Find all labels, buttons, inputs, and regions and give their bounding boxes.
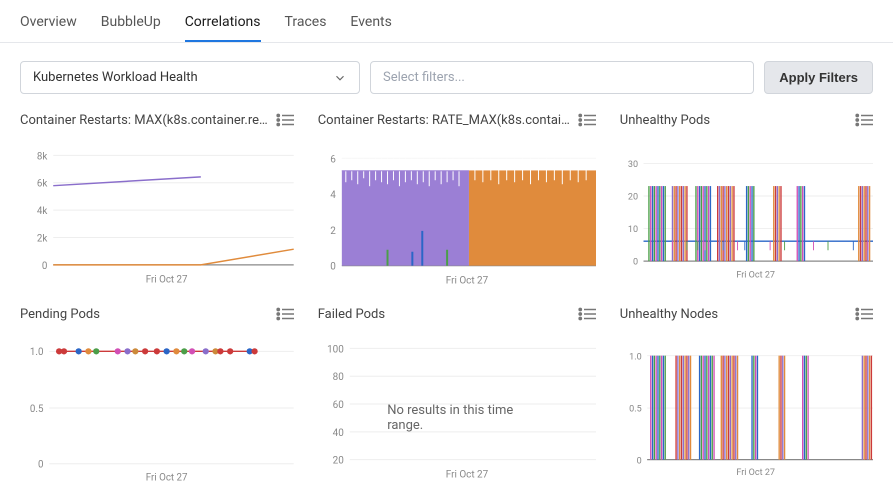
svg-text:Fri Oct 27: Fri Oct 27 <box>146 472 188 483</box>
svg-text:4k: 4k <box>37 206 47 217</box>
nav-tabs: Overview BubbleUp Correlations Traces Ev… <box>0 0 893 43</box>
panel-menu-icon[interactable] <box>578 307 596 321</box>
panel-menu-icon[interactable] <box>855 307 873 321</box>
panel-title: Container Restarts: MAX(k8s.container.re… <box>20 113 276 128</box>
svg-text:4: 4 <box>330 190 336 201</box>
svg-text:0: 0 <box>38 460 44 471</box>
svg-text:20: 20 <box>332 456 344 467</box>
chart-canvas[interactable]: 6 4 2 0 <box>318 136 596 294</box>
svg-text:2: 2 <box>330 226 336 237</box>
svg-text:40: 40 <box>332 428 344 439</box>
panel-pending-pods: Pending Pods 1.0 0.5 0 Fri Oct 27 <box>20 304 294 488</box>
tab-traces[interactable]: Traces <box>285 10 327 42</box>
svg-text:Fri Oct 27: Fri Oct 27 <box>445 470 488 481</box>
panel-container-restarts-max: Container Restarts: MAX(k8s.container.re… <box>20 110 294 294</box>
filter-row: Kubernetes Workload Health Select filter… <box>0 43 893 110</box>
svg-text:Fri Oct 27: Fri Oct 27 <box>146 274 188 285</box>
apply-filters-button[interactable]: Apply Filters <box>764 61 873 94</box>
chart-canvas[interactable]: 8k 6k 4k 2k 0 Fri Oct 27 <box>20 136 294 294</box>
svg-text:0: 0 <box>636 456 641 466</box>
svg-text:8k: 8k <box>37 151 47 162</box>
panel-unhealthy-pods: Unhealthy Pods 30 20 10 0 Fri Oct 27 <box>620 110 873 294</box>
board-select[interactable]: Kubernetes Workload Health <box>20 61 360 94</box>
chart-canvas[interactable]: 30 20 10 0 Fri Oct 27 <box>620 136 873 294</box>
tab-correlations[interactable]: Correlations <box>185 10 261 42</box>
svg-text:1.0: 1.0 <box>30 347 44 358</box>
panel-title: Failed Pods <box>318 307 393 322</box>
svg-text:0: 0 <box>42 261 47 272</box>
svg-text:30: 30 <box>628 160 638 170</box>
svg-text:2k: 2k <box>37 233 47 244</box>
chart-canvas[interactable]: 1.0 0.5 0 Fri Oct 27 <box>620 330 873 488</box>
svg-text:0.5: 0.5 <box>629 405 642 415</box>
chart-canvas[interactable]: 100 80 60 40 20 Fri Oct 27 No results in… <box>318 330 596 488</box>
panel-title: Container Restarts: RATE_MAX(k8s.contai… <box>318 113 578 128</box>
svg-text:60: 60 <box>332 400 344 411</box>
board-select-label: Kubernetes Workload Health <box>33 70 198 85</box>
chart-grid: Container Restarts: MAX(k8s.container.re… <box>0 110 893 488</box>
svg-text:1.0: 1.0 <box>629 352 642 362</box>
svg-text:0.5: 0.5 <box>30 404 44 415</box>
panel-menu-icon[interactable] <box>276 307 294 321</box>
panel-menu-icon[interactable] <box>578 113 596 127</box>
svg-text:0: 0 <box>633 258 638 268</box>
svg-text:6: 6 <box>330 154 336 165</box>
panel-title: Unhealthy Nodes <box>620 307 726 322</box>
svg-text:100: 100 <box>327 344 344 355</box>
tab-bubbleup[interactable]: BubbleUp <box>101 10 161 42</box>
panel-failed-pods: Failed Pods 100 80 60 40 20 Fri Oct 27 N… <box>318 304 596 488</box>
no-results-label: No results in this time range. <box>387 403 526 433</box>
panel-unhealthy-nodes: Unhealthy Nodes 1.0 0.5 0 Fri Oct 27 <box>620 304 873 488</box>
panel-menu-icon[interactable] <box>855 113 873 127</box>
svg-text:Fri Oct 27: Fri Oct 27 <box>736 270 775 280</box>
tab-events[interactable]: Events <box>350 10 391 42</box>
chart-canvas[interactable]: 1.0 0.5 0 Fri Oct 27 <box>20 330 294 488</box>
svg-text:20: 20 <box>628 193 638 203</box>
panel-title: Pending Pods <box>20 307 108 322</box>
panel-title: Unhealthy Pods <box>620 113 718 128</box>
filters-input[interactable]: Select filters... <box>370 61 754 94</box>
panel-container-restarts-rate-max: Container Restarts: RATE_MAX(k8s.contai…… <box>318 110 596 294</box>
svg-text:80: 80 <box>332 372 344 383</box>
panel-menu-icon[interactable] <box>276 113 294 127</box>
filters-placeholder: Select filters... <box>383 70 465 85</box>
svg-text:Fri Oct 27: Fri Oct 27 <box>736 468 775 478</box>
svg-text:0: 0 <box>330 262 336 273</box>
tab-overview[interactable]: Overview <box>20 10 77 42</box>
chevron-down-icon <box>333 71 347 85</box>
svg-text:Fri Oct 27: Fri Oct 27 <box>445 276 488 287</box>
svg-text:6k: 6k <box>37 179 47 190</box>
svg-text:10: 10 <box>628 225 638 235</box>
